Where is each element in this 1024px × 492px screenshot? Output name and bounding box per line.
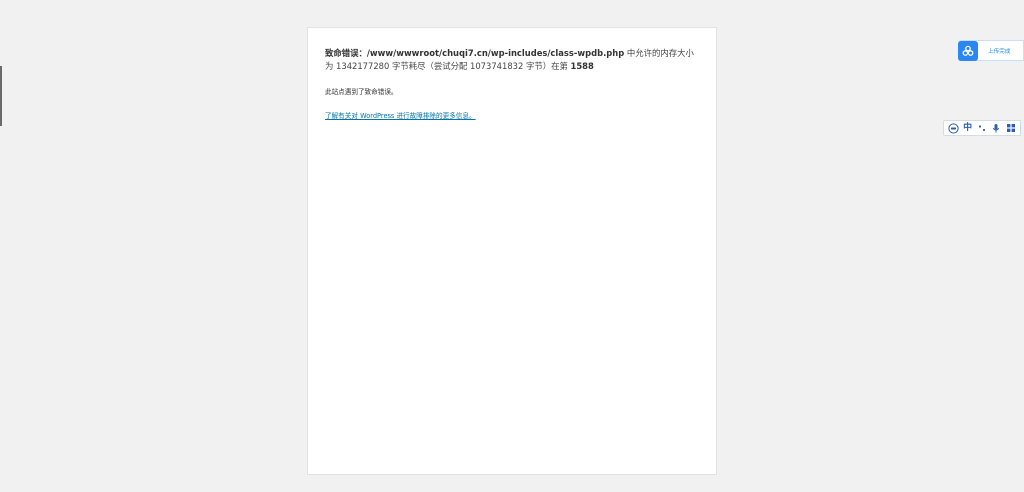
punctuation-icon[interactable] — [976, 122, 988, 134]
ime-chinese-label: 中 — [963, 123, 973, 133]
upload-complete-widget[interactable]: 上传完成 — [958, 40, 1024, 61]
error-page-card: 致命错误：/www/wwwroot/chuqi7.cn/wp-includes/… — [307, 27, 717, 475]
fatal-error-text: 致命错误：/www/wwwroot/chuqi7.cn/wp-includes/… — [325, 47, 699, 73]
ime-chinese-mode[interactable]: 中 — [962, 122, 974, 134]
error-prefix: 致命错误： — [325, 48, 367, 58]
site-error-message: 此站点遇到了致命错误。 — [325, 88, 398, 96]
cloud-link-icon — [958, 40, 978, 61]
ime-toolbar: 中 — [943, 120, 1021, 136]
grid-menu-icon[interactable] — [1005, 122, 1017, 134]
left-scroll-edge — [0, 66, 2, 126]
ime-logo-icon[interactable] — [947, 122, 959, 134]
error-line-number: 1588 — [570, 61, 594, 71]
error-file-path: /www/wwwroot/chuqi7.cn/wp-includes/class… — [366, 48, 625, 58]
upload-status-label: 上传完成 — [988, 48, 1011, 55]
microphone-icon[interactable] — [990, 122, 1002, 134]
troubleshooting-link[interactable]: 了解有关对 WordPress 进行故障排除的更多信息。 — [325, 111, 476, 121]
